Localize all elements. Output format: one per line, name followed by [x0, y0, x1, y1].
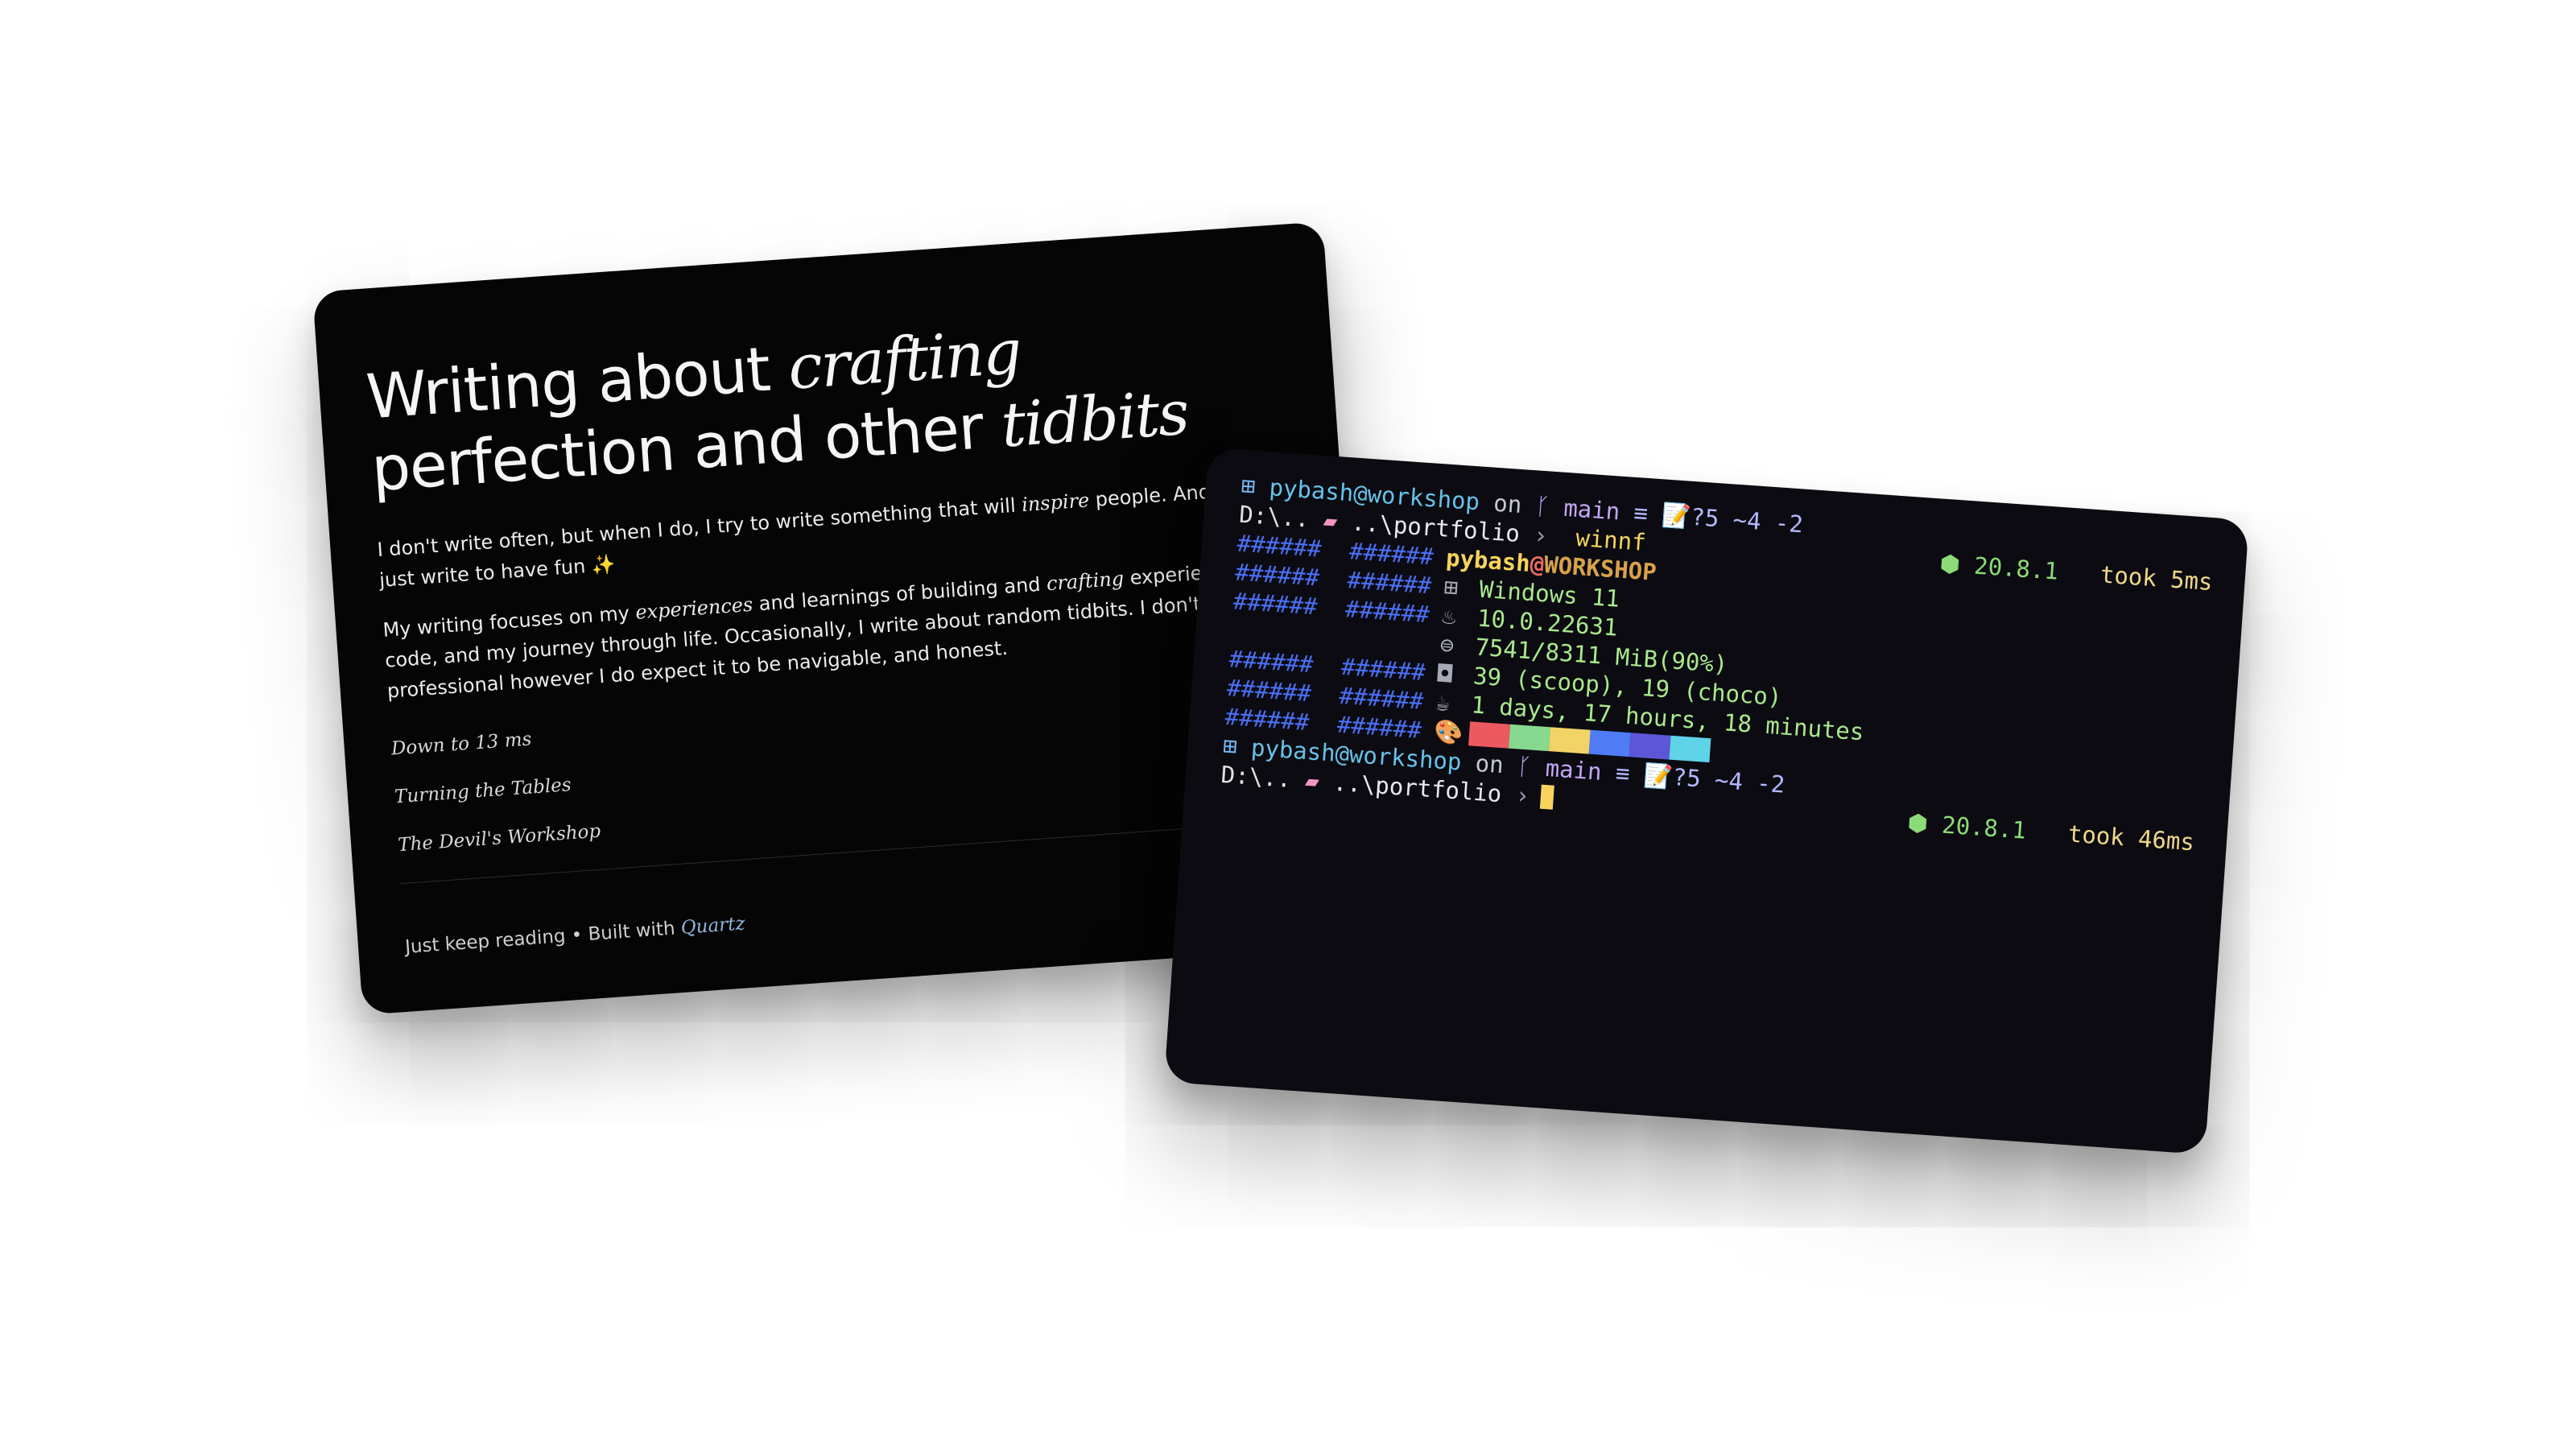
- memory-icon: ⊜: [1439, 630, 1455, 659]
- prompt-on: on: [1478, 488, 1537, 520]
- git-branch-icon: ᚴ: [1534, 492, 1565, 522]
- git-branch-name: main: [1563, 493, 1621, 526]
- kernel-icon: ♨: [1441, 601, 1457, 630]
- footer-text: Just keep reading • Built with: [404, 917, 682, 958]
- sparkles-icon: ✨: [590, 552, 617, 577]
- folder-icon: ▰: [1322, 506, 1339, 535]
- typed-command: winnf: [1575, 523, 1647, 556]
- prompt-chevron: ›: [1533, 521, 1549, 550]
- text-cursor[interactable]: [1539, 784, 1555, 810]
- uptime-icon: ☕: [1435, 688, 1451, 717]
- palette-swatch-cyan: [1669, 735, 1711, 763]
- prompt-on: on: [1460, 748, 1519, 780]
- intro-emphasis: inspire: [1021, 489, 1091, 517]
- terminal-card[interactable]: ⊞ pybash@workshop on ᚴ main ≡ 📝?5 ~4 -2 …: [1164, 447, 2249, 1155]
- palette-swatch-red: [1468, 721, 1511, 749]
- palette-swatch-green: [1508, 724, 1550, 752]
- palette-icon: 🎨: [1433, 717, 1464, 747]
- palette-swatch-yellow: [1548, 727, 1591, 754]
- prompt-chevron: ›: [1514, 781, 1531, 810]
- palette-swatch-blue: [1588, 729, 1631, 758]
- package-icon: ◘: [1437, 659, 1453, 688]
- folder-icon: ▰: [1304, 766, 1320, 795]
- about-emphasis-crafting: crafting: [1046, 567, 1125, 596]
- intro-text-1: I don't write often, but when I do, I tr…: [376, 493, 1023, 562]
- path-drive: D:\..: [1220, 760, 1293, 793]
- page-title: Writing about crafting perfection and ot…: [364, 296, 1306, 506]
- palette-swatch-indigo: [1629, 733, 1671, 760]
- windows-icon: ⊞: [1222, 731, 1253, 762]
- git-branch-name: main: [1544, 753, 1603, 786]
- git-branch-icon: ᚴ: [1516, 752, 1547, 782]
- windows-icon: ⊞: [1240, 471, 1270, 502]
- title-emphasis-tidbits: tidbits: [998, 376, 1191, 461]
- quartz-link[interactable]: Quartz: [680, 913, 745, 938]
- os-icon: ⊞: [1443, 572, 1459, 601]
- path-drive: D:\..: [1238, 500, 1311, 533]
- about-emphasis-experiences: experiences: [634, 592, 754, 624]
